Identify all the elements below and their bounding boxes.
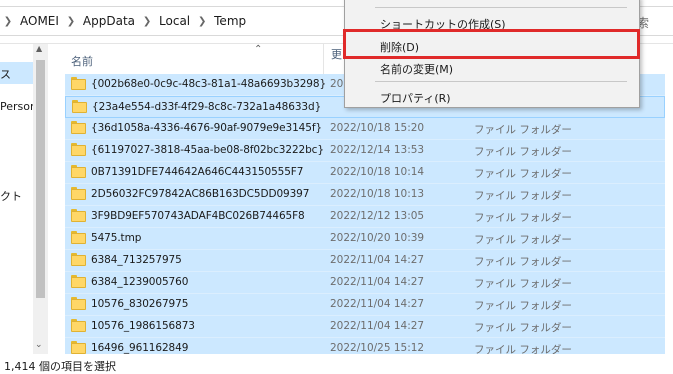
file-date: 2022/11/04 14:27 <box>330 276 425 288</box>
breadcrumb-appdata[interactable]: AppData <box>79 14 139 28</box>
folder-icon <box>71 231 86 245</box>
menu-separator <box>375 7 627 8</box>
menu-separator <box>375 81 627 82</box>
nav-item-person[interactable]: Person <box>0 100 37 113</box>
menu-item-label: 名前の変更(M) <box>380 63 454 76</box>
nav-item-label: Person <box>0 100 37 113</box>
file-type: ファイル フォルダー <box>474 146 572 158</box>
selection-count: 1,414 個の項目を選択 <box>4 360 116 373</box>
navigation-pane: ス Person クト ▲ ⌄ <box>0 44 48 354</box>
menu-item-properties[interactable]: プロパティ(R) <box>346 85 638 107</box>
folder-icon <box>71 253 86 267</box>
file-type: ファイル フォルダー <box>474 212 572 224</box>
breadcrumb-aomei[interactable]: AOMEI <box>16 14 63 28</box>
file-row[interactable]: 2D56032FC97842AC86B163DC5DD09397 2022/10… <box>65 184 665 206</box>
breadcrumb-local[interactable]: Local <box>155 14 194 28</box>
file-row[interactable]: 5475.tmp 2022/10/20 10:39 ファイル フォルダー <box>65 228 665 250</box>
file-type: ファイル フォルダー <box>474 278 572 290</box>
file-row[interactable]: 10576_1986156873 2022/11/04 14:27 ファイル フ… <box>65 316 665 338</box>
file-name: {36d1058a-4336-4676-90af-9079e9e3145f} <box>91 122 322 134</box>
scroll-down-icon[interactable]: ⌄ <box>35 340 43 350</box>
nav-item-label: ス <box>0 68 11 81</box>
breadcrumb: ❯ AOMEI ❯ AppData ❯ Local ❯ Temp <box>0 7 250 35</box>
folder-icon <box>72 100 87 114</box>
file-type: ファイル フォルダー <box>474 300 572 312</box>
file-list: {002b68e0-0c9c-48c3-81a1-48a6693b3298} 2… <box>65 74 665 354</box>
file-type: ファイル フォルダー <box>474 124 572 136</box>
file-name: 10576_1986156873 <box>91 320 195 332</box>
folder-icon <box>71 121 86 135</box>
column-date[interactable]: 更 <box>331 46 342 62</box>
file-type: ファイル フォルダー <box>474 322 572 334</box>
chevron-right-icon[interactable]: ❯ <box>0 16 16 27</box>
file-name: 2D56032FC97842AC86B163DC5DD09397 <box>91 188 310 200</box>
file-row[interactable]: {36d1058a-4336-4676-90af-9079e9e3145f} 2… <box>65 118 665 140</box>
file-date: 2022/12/12 13:05 <box>330 210 425 222</box>
file-date: 2022/11/04 14:27 <box>330 298 425 310</box>
file-name: 3F9BD9EF570743ADAF4BC026B74465F8 <box>91 210 305 222</box>
file-date: 2022/11/04 14:27 <box>330 320 425 332</box>
folder-icon <box>71 187 86 201</box>
file-row[interactable]: 0B71391DFE744642A646C443150555F7 2022/10… <box>65 162 665 184</box>
file-name: {23a4e554-d33f-4f29-8c8c-732a1a48633d} <box>92 101 322 113</box>
menu-item-rename[interactable]: 名前の変更(M) <box>346 56 638 78</box>
folder-icon <box>71 275 86 289</box>
file-name: 5475.tmp <box>91 232 142 244</box>
file-row[interactable]: 16496_961162849 2022/10/25 15:12 ファイル フォ… <box>65 338 665 354</box>
column-name[interactable]: 名前 <box>71 53 93 69</box>
scrollbar-thumb[interactable] <box>36 60 45 298</box>
file-type: ファイル フォルダー <box>474 256 572 268</box>
file-date: 2022/10/18 10:14 <box>330 166 425 178</box>
status-bar: 1,414 個の項目を選択 <box>0 354 673 374</box>
nav-item-selected[interactable]: ス <box>0 62 33 84</box>
folder-icon <box>71 209 86 223</box>
file-type: ファイル フォルダー <box>474 234 572 246</box>
folder-icon <box>71 319 86 333</box>
file-row[interactable]: 6384_713257975 2022/11/04 14:27 ファイル フォル… <box>65 250 665 272</box>
file-row[interactable]: {61197027-3818-45aa-be08-8f02bc3222bc} 2… <box>65 140 665 162</box>
file-name: 10576_830267975 <box>91 298 189 310</box>
menu-item-label: プロパティ(R) <box>380 92 451 105</box>
file-type: ファイル フォルダー <box>474 168 572 180</box>
file-date: 2022/10/20 10:39 <box>330 232 425 244</box>
chevron-right-icon[interactable]: ❯ <box>194 16 210 27</box>
file-date: 2022/12/14 13:53 <box>330 144 425 156</box>
file-name: 6384_713257975 <box>91 254 182 266</box>
address-box[interactable]: ❯ AOMEI ❯ AppData ❯ Local ❯ Temp <box>0 6 400 36</box>
folder-icon <box>71 297 86 311</box>
breadcrumb-temp[interactable]: Temp <box>210 14 250 28</box>
delete-highlight-box <box>343 29 640 59</box>
file-row[interactable]: 3F9BD9EF570743ADAF4BC026B74465F8 2022/12… <box>65 206 665 228</box>
file-name: 0B71391DFE744642A646C443150555F7 <box>91 166 304 178</box>
chevron-right-icon[interactable]: ❯ <box>63 16 79 27</box>
file-row[interactable]: 6384_1239005760 2022/11/04 14:27 ファイル フォ… <box>65 272 665 294</box>
nav-scrollbar[interactable]: ▲ ⌄ <box>33 44 48 354</box>
file-date: 2022/10/25 15:12 <box>330 342 425 354</box>
folder-icon <box>71 165 86 179</box>
file-name: {002b68e0-0c9c-48c3-81a1-48a6693b3298} <box>91 78 327 90</box>
chevron-right-icon[interactable]: ❯ <box>139 16 155 27</box>
file-date: 2022/10/18 10:13 <box>330 188 425 200</box>
nav-item-label: クト <box>0 190 22 203</box>
nav-item-project[interactable]: クト <box>0 188 22 204</box>
file-type: ファイル フォルダー <box>474 190 572 202</box>
folder-icon <box>71 143 86 157</box>
file-name: {61197027-3818-45aa-be08-8f02bc3222bc} <box>91 144 324 156</box>
folder-icon <box>71 341 86 354</box>
file-date: 2022/10/18 15:20 <box>330 122 425 134</box>
sort-ascending-icon: ⌃ <box>254 44 263 55</box>
file-date: 20 <box>330 78 344 90</box>
scroll-up-icon[interactable]: ▲ <box>36 44 42 53</box>
file-name: 16496_961162849 <box>91 342 189 354</box>
file-row[interactable]: 10576_830267975 2022/11/04 14:27 ファイル フォ… <box>65 294 665 316</box>
file-type: ファイル フォルダー <box>474 344 572 354</box>
folder-icon <box>71 77 86 91</box>
column-divider[interactable] <box>323 44 324 74</box>
file-date: 2022/11/04 14:27 <box>330 254 425 266</box>
file-name: 6384_1239005760 <box>91 276 189 288</box>
